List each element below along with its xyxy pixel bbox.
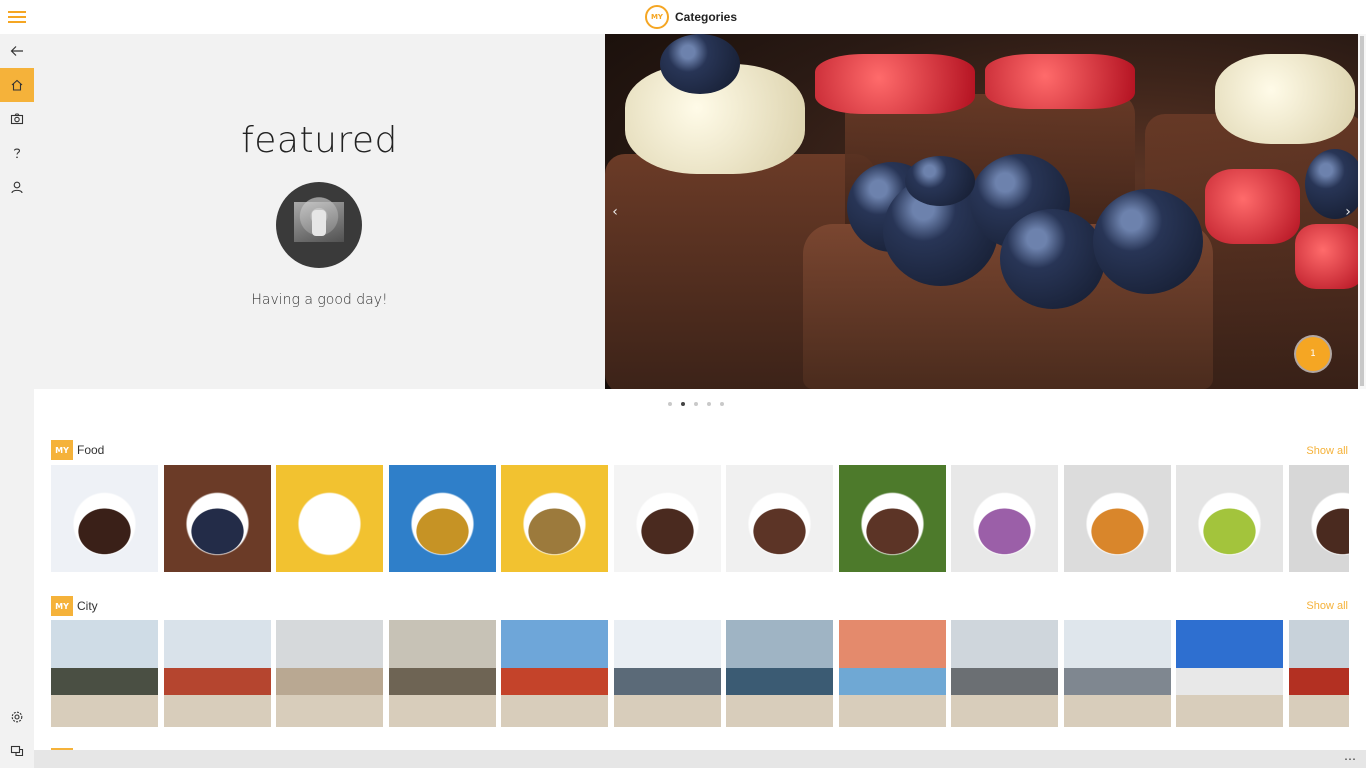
avatar[interactable] (276, 182, 362, 268)
feedback-icon (10, 745, 24, 757)
city-thumbnail[interactable] (613, 620, 721, 727)
section-title[interactable]: City (77, 599, 98, 613)
food-thumbnail[interactable] (1063, 465, 1171, 572)
city-thumbnail[interactable] (1063, 620, 1171, 727)
carousel-dot[interactable] (668, 402, 672, 406)
food-thumbnail[interactable] (1176, 465, 1283, 572)
logo-circle: MY (645, 5, 669, 29)
city-thumbnail[interactable] (51, 620, 158, 727)
food-thumbnail[interactable] (276, 465, 383, 572)
carousel-dot[interactable] (720, 402, 724, 406)
city-thumbnail[interactable] (1288, 620, 1349, 727)
featured-caption: Having a good day! (251, 292, 388, 308)
food-thumbnail[interactable] (51, 465, 158, 572)
hero-badge-button[interactable]: 1 (1296, 337, 1330, 371)
nav-profile-button[interactable] (0, 170, 34, 204)
left-nav (0, 34, 34, 768)
food-thumbnail[interactable] (163, 465, 271, 572)
food-thumbnail[interactable] (951, 465, 1058, 572)
featured-panel: featured Having a good day! (34, 34, 605, 389)
section-badge: MY (51, 440, 73, 460)
city-thumbnail-row (51, 620, 1349, 727)
city-thumbnail[interactable] (276, 620, 383, 727)
feedback-button[interactable] (0, 734, 34, 768)
back-arrow-icon (10, 46, 23, 56)
food-thumbnail[interactable] (613, 465, 721, 572)
nav-camera-button[interactable] (0, 102, 34, 136)
back-button[interactable] (0, 34, 34, 68)
carousel-next-button[interactable]: › (1341, 204, 1355, 220)
app-logo: MY Categories (645, 5, 737, 29)
city-section-header: MY City (51, 596, 98, 616)
food-thumbnail[interactable] (1288, 465, 1349, 572)
command-bar: ⋯ (34, 750, 1366, 768)
city-thumbnail[interactable] (388, 620, 496, 727)
nav-home-button[interactable] (0, 68, 34, 102)
food-section-header: MY Food (51, 440, 104, 460)
section-title[interactable]: Food (77, 443, 104, 457)
settings-button[interactable] (0, 700, 34, 734)
food-thumbnail[interactable] (838, 465, 946, 572)
city-thumbnail[interactable] (163, 620, 271, 727)
carousel-indicator (668, 402, 724, 406)
nav-help-button[interactable] (0, 136, 34, 170)
city-thumbnail[interactable] (838, 620, 946, 727)
user-icon (11, 181, 23, 194)
page-title: Categories (675, 10, 738, 24)
featured-heading: featured (241, 120, 398, 161)
scrollbar[interactable] (1358, 34, 1366, 389)
city-thumbnail[interactable] (1176, 620, 1283, 727)
food-thumbnail[interactable] (501, 465, 608, 572)
city-thumbnail[interactable] (501, 620, 608, 727)
carousel-dot-active[interactable] (681, 402, 685, 406)
food-show-all-link[interactable]: Show all (1306, 445, 1348, 457)
city-show-all-link[interactable]: Show all (1306, 600, 1348, 612)
food-thumbnail[interactable] (388, 465, 496, 572)
carousel-dot[interactable] (707, 402, 711, 406)
help-icon (13, 148, 21, 159)
more-options-icon[interactable]: ⋯ (1344, 750, 1356, 768)
title-bar: MY Categories (0, 0, 1366, 34)
city-thumbnail[interactable] (951, 620, 1058, 727)
section-badge: MY (51, 596, 73, 616)
carousel-prev-button[interactable]: ‹ (608, 204, 622, 220)
food-thumbnail-row (51, 465, 1349, 572)
home-icon (11, 79, 23, 91)
food-thumbnail[interactable] (726, 465, 833, 572)
hero-carousel-image[interactable]: ‹ › (605, 34, 1358, 389)
hamburger-menu-icon[interactable] (8, 9, 26, 25)
camera-icon (10, 113, 24, 125)
carousel-dot[interactable] (694, 402, 698, 406)
settings-icon (11, 711, 23, 723)
city-thumbnail[interactable] (726, 620, 833, 727)
